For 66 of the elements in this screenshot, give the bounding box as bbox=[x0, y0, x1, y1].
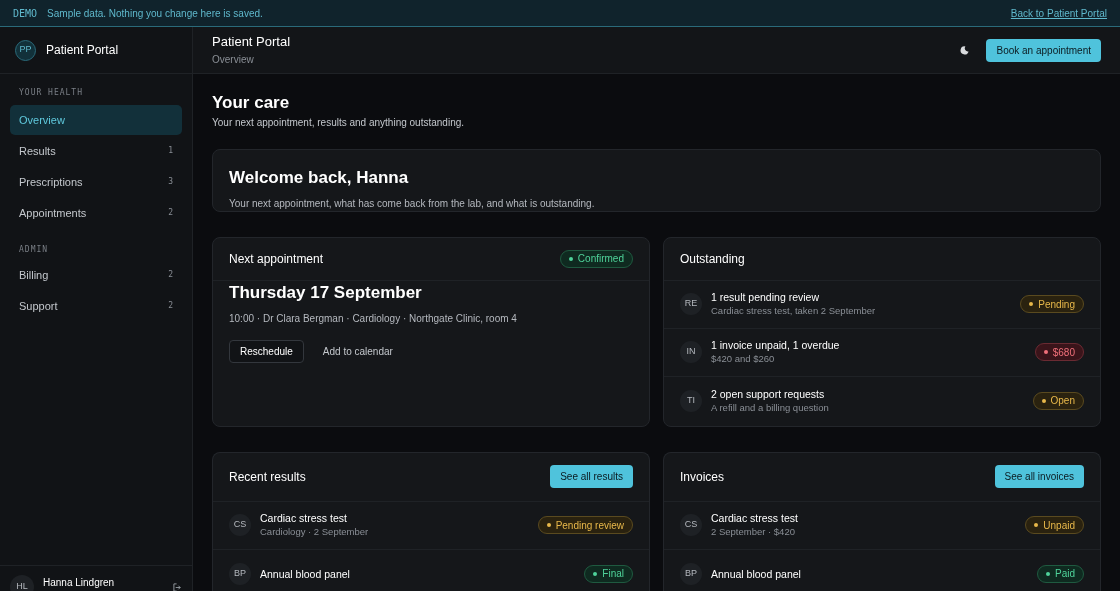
reschedule-button[interactable]: Reschedule bbox=[229, 340, 304, 363]
nav-item[interactable]: Results 1 bbox=[10, 136, 182, 166]
nav-item[interactable]: Overview bbox=[10, 105, 182, 135]
status-badge: $680 bbox=[1034, 343, 1084, 361]
item-title: 1 invoice unpaid, 1 overdue bbox=[711, 338, 840, 352]
initials-avatar: CS bbox=[680, 514, 702, 536]
section-heading: YOUR HEALTH bbox=[18, 87, 84, 99]
breadcrumb: Overview bbox=[212, 53, 255, 67]
nav-item[interactable]: Support 2 bbox=[10, 291, 182, 321]
item-subtitle: 2 September · $420 bbox=[711, 525, 796, 539]
app-name: Patient Portal bbox=[46, 42, 119, 59]
initials-avatar: BP bbox=[229, 562, 251, 585]
nav-item[interactable]: Billing 2 bbox=[10, 260, 182, 290]
initials-avatar: TI bbox=[680, 389, 702, 412]
nav-item[interactable]: Appointments 2 bbox=[10, 198, 182, 228]
welcome-title: Welcome back, Hanna bbox=[229, 167, 410, 189]
item-title: Annual blood panel bbox=[711, 566, 801, 581]
user-avatar: HL bbox=[10, 575, 34, 591]
moon-icon[interactable] bbox=[960, 45, 970, 55]
appointment-date: Thursday 17 September bbox=[229, 281, 423, 304]
initials-avatar: IN bbox=[680, 341, 702, 363]
item-title: Annual blood panel bbox=[260, 566, 350, 581]
book-appointment-button[interactable]: Book an appointment bbox=[986, 38, 1101, 62]
logo-badge: PP bbox=[15, 39, 36, 61]
add-to-calendar-button[interactable]: Add to calendar bbox=[322, 344, 393, 359]
item-subtitle: $420 and $260 bbox=[711, 352, 776, 366]
status-badge: Pending review bbox=[537, 516, 633, 534]
nav-count: 2 bbox=[168, 269, 173, 281]
appointment-details: 10:00 · Dr Clara Bergman · Cardiology · Northgate Clinic, room 4 bbox=[229, 312, 518, 326]
nav-count: 3 bbox=[168, 176, 173, 188]
nav-count: 2 bbox=[168, 300, 173, 312]
nav-count: 2 bbox=[168, 207, 173, 219]
header-title: Patient Portal bbox=[212, 33, 291, 50]
section-heading: ADMIN bbox=[18, 244, 50, 256]
card-title: Next appointment bbox=[229, 250, 324, 268]
item-title: Cardiac stress test bbox=[260, 511, 348, 525]
item-subtitle: Cardiac stress test, taken 2 September bbox=[711, 304, 876, 318]
demo-tag: DEMO bbox=[13, 5, 38, 21]
status-badge: Final bbox=[584, 564, 633, 583]
nav-item[interactable]: Prescriptions 3 bbox=[10, 167, 182, 197]
status-badge: Paid bbox=[1037, 564, 1084, 583]
status-badge: Pending bbox=[1020, 295, 1084, 313]
initials-avatar: BP bbox=[680, 562, 702, 585]
banner-message: Sample data. Nothing you change here is saved. bbox=[47, 6, 263, 21]
welcome-text: Your next appointment, what has come back from the lab, and what is outstanding. bbox=[229, 196, 596, 211]
item-subtitle: A refill and a billing question bbox=[711, 400, 829, 415]
exit-icon[interactable] bbox=[173, 583, 182, 591]
status-badge: Confirmed bbox=[559, 249, 633, 268]
user-name: Hanna Lindgren bbox=[43, 576, 115, 590]
page-subtitle: Your next appointment, results and anything outstanding. bbox=[212, 116, 466, 130]
item-title: 1 result pending review bbox=[711, 290, 820, 304]
see-all-button[interactable]: See all results bbox=[550, 465, 633, 488]
see-all-button[interactable]: See all invoices bbox=[994, 465, 1084, 488]
card-title: Outstanding bbox=[680, 250, 745, 268]
back-link[interactable]: Back to Patient Portal bbox=[1010, 5, 1107, 21]
item-title: 2 open support requests bbox=[711, 386, 826, 401]
status-badge: Open bbox=[1032, 391, 1084, 410]
card-title: Invoices bbox=[680, 468, 725, 486]
initials-avatar: RE bbox=[680, 293, 702, 315]
nav-count: 1 bbox=[168, 145, 173, 157]
page-title: Your care bbox=[212, 93, 291, 113]
card-title: Recent results bbox=[229, 468, 306, 486]
item-subtitle: Cardiology · 2 September bbox=[260, 525, 369, 539]
initials-avatar: CS bbox=[229, 514, 251, 536]
status-badge: Unpaid bbox=[1025, 516, 1084, 534]
item-title: Cardiac stress test bbox=[711, 511, 798, 525]
